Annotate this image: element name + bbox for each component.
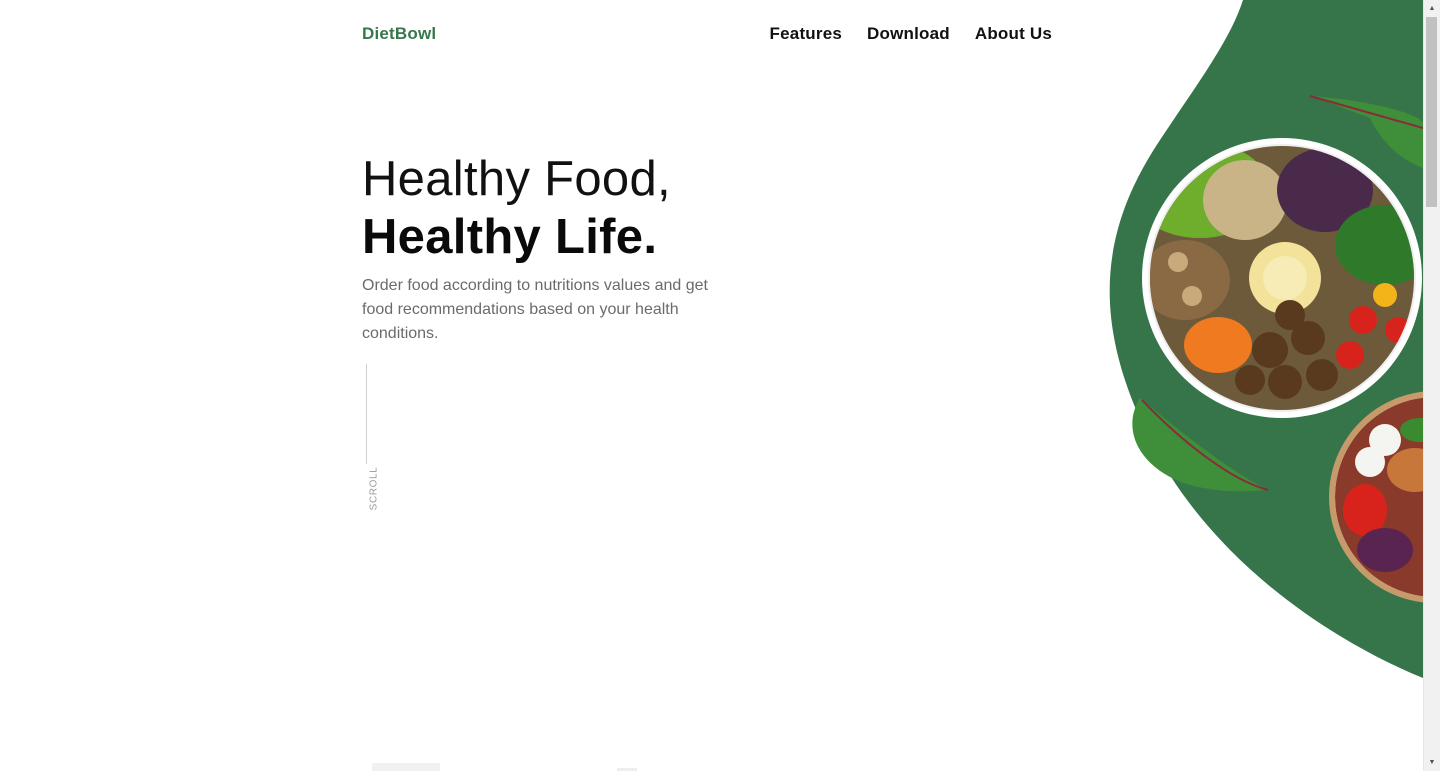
vertical-scrollbar[interactable]: ▲ ▼ [1423,0,1440,771]
main-nav: Features Download About Us [770,24,1052,44]
scrollbar-thumb[interactable] [1426,17,1437,207]
nav-item-about-us[interactable]: About Us [975,24,1052,44]
scroll-label[interactable]: SCROLL [368,467,379,511]
scroll-down-icon[interactable]: ▼ [1424,754,1440,771]
hero-title-line2: Healthy Life. [362,210,658,264]
nav-item-download[interactable]: Download [867,24,950,44]
brand-logo[interactable]: DietBowl [362,24,436,44]
hero-description: Order food according to nutritions value… [362,277,708,342]
scroll-indicator-line [366,364,367,464]
bottom-section-hint [372,763,440,771]
scroll-up-icon[interactable]: ▲ [1424,0,1440,17]
landing-page: DietBowl Features Download About Us Heal… [0,0,1440,771]
hero-title-line1: Healthy Food, [362,152,671,206]
salad-bowl-illustration [1109,0,1423,678]
nav-item-features[interactable]: Features [770,24,842,44]
